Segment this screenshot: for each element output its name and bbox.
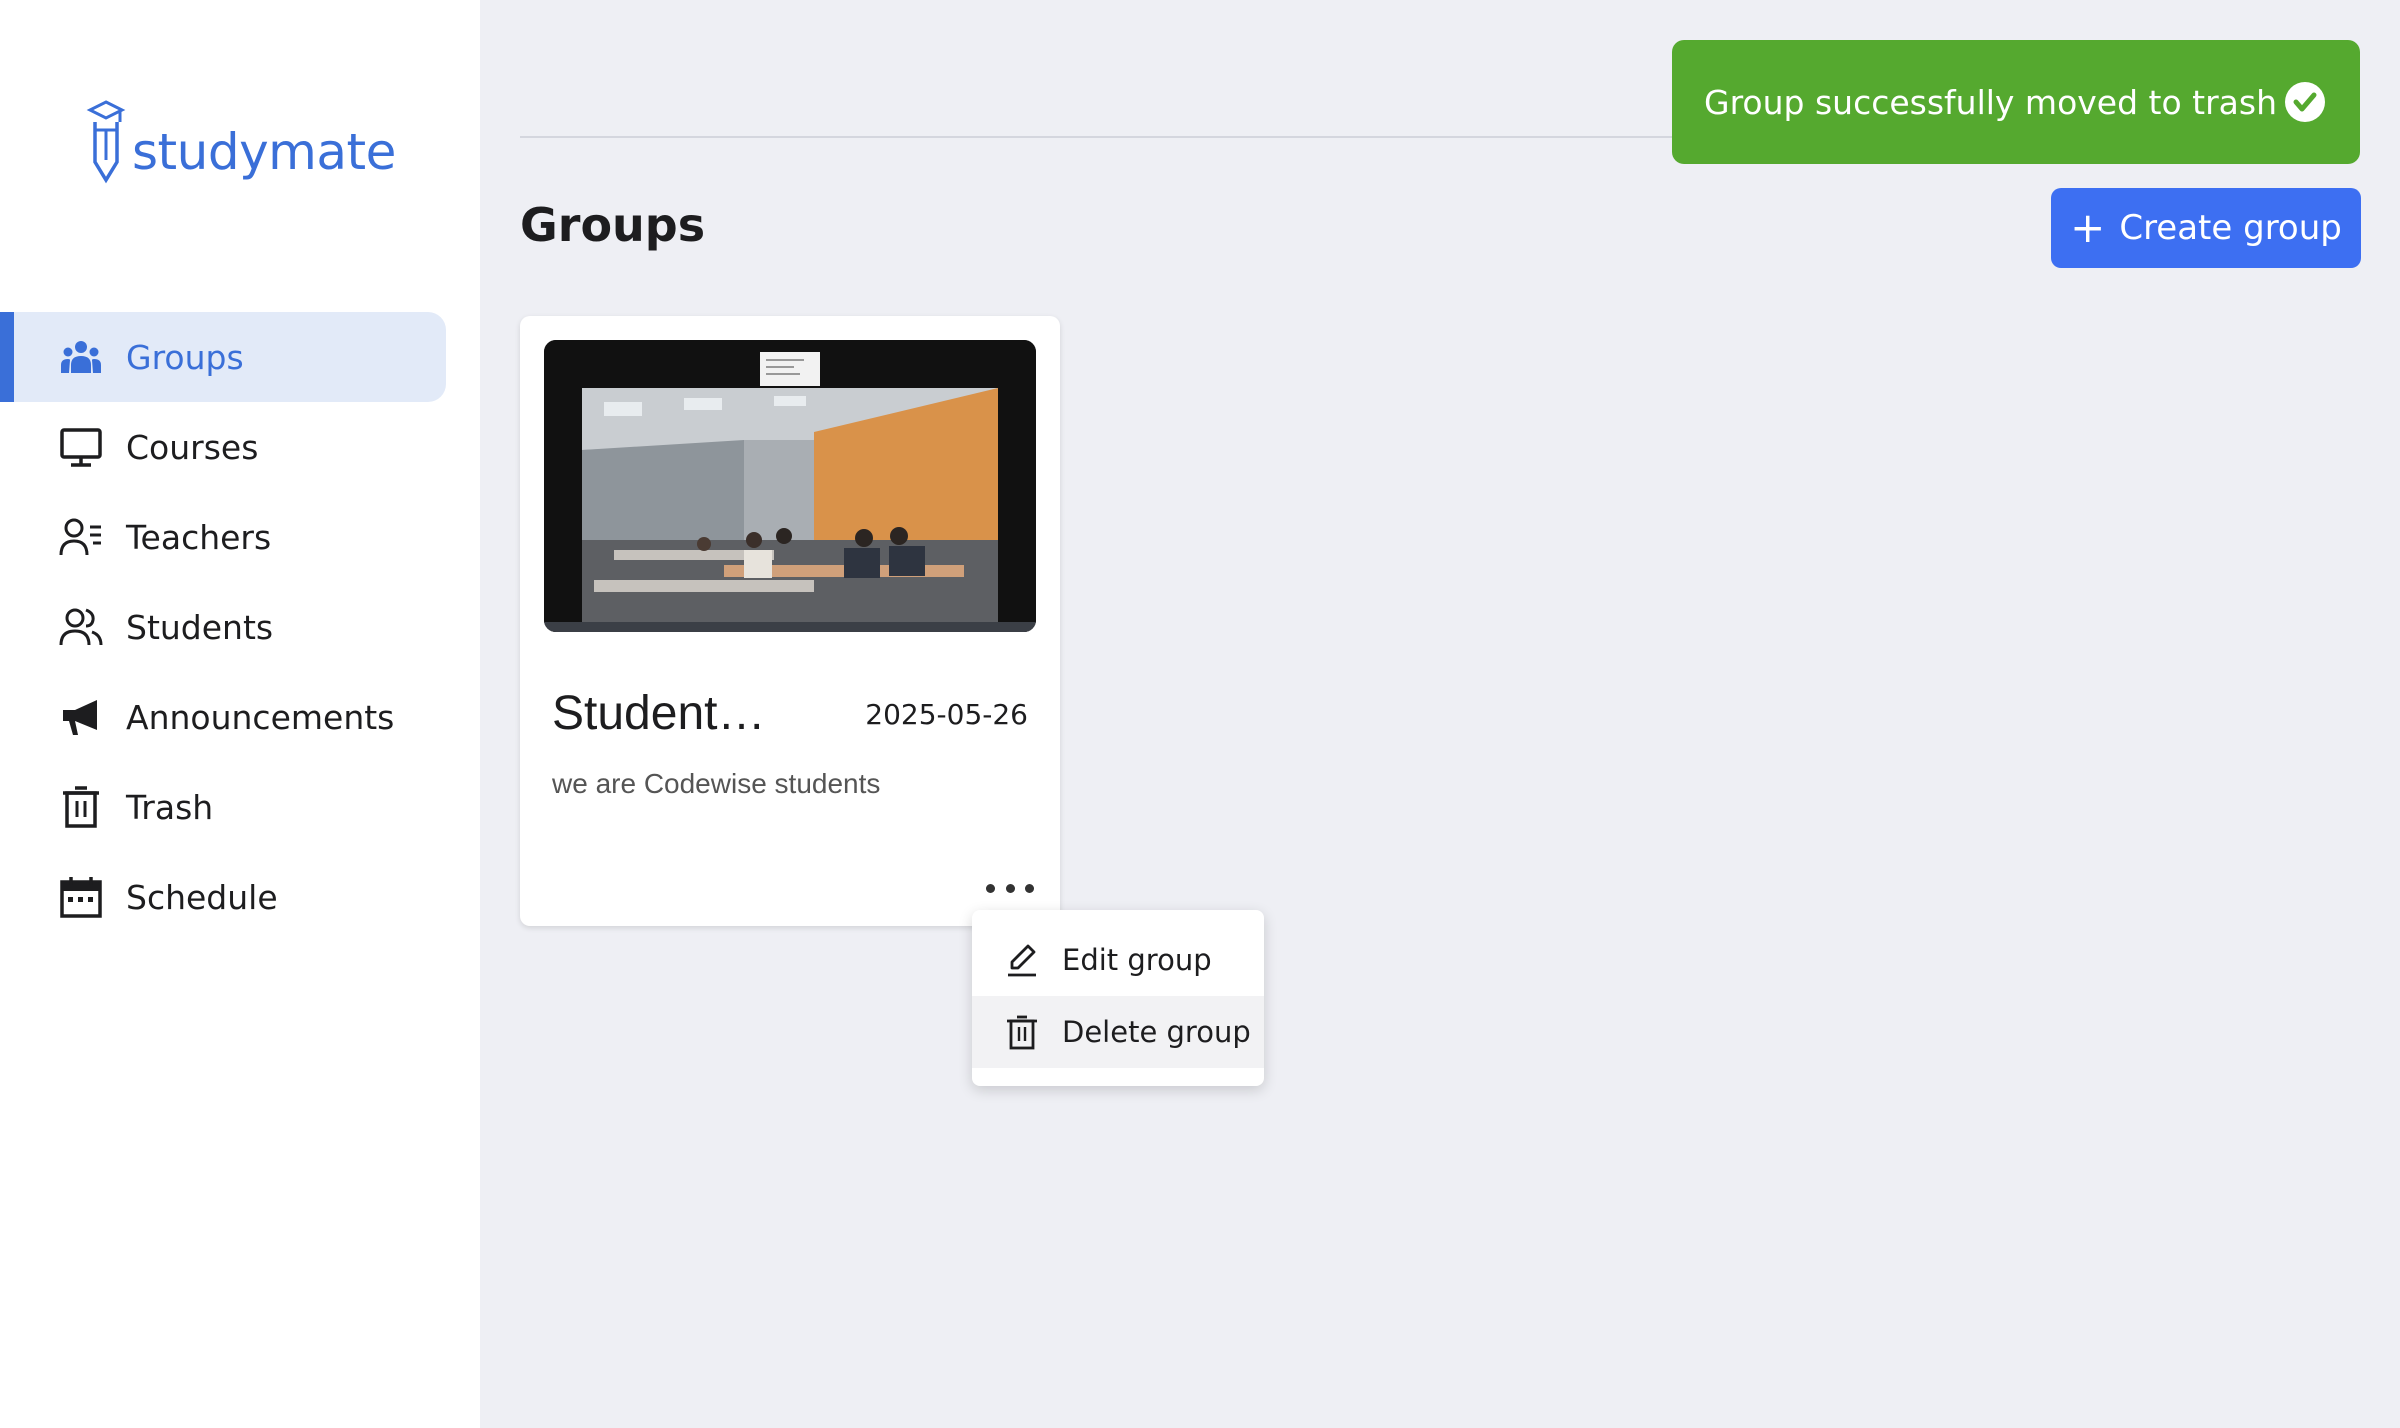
monitor-icon: [58, 424, 104, 470]
teacher-list-icon: [58, 514, 104, 560]
group-card-title: Student…: [552, 687, 766, 740]
delete-group-menu-item[interactable]: Delete group: [972, 996, 1264, 1068]
calendar-icon: [58, 874, 104, 920]
group-card-date: 2025-05-26: [865, 698, 1028, 731]
sidebar-item-trash[interactable]: Trash: [0, 762, 480, 852]
menu-item-label: Delete group: [1062, 1015, 1251, 1049]
sidebar-item-groups[interactable]: Groups: [0, 312, 446, 402]
edit-group-menu-item[interactable]: Edit group: [972, 924, 1264, 996]
sidebar-item-label: Announcements: [126, 697, 395, 737]
dot-icon: [1005, 883, 1015, 893]
studymate-logo[interactable]: studymate: [86, 100, 396, 184]
create-group-button[interactable]: + Create group: [2051, 188, 2361, 268]
sidebar-item-courses[interactable]: Courses: [0, 402, 480, 492]
dot-icon: [1025, 883, 1034, 893]
trash-icon: [1007, 1015, 1037, 1050]
create-group-label: Create group: [2119, 208, 2342, 248]
sidebar-item-teachers[interactable]: Teachers: [0, 492, 480, 582]
group-card-description: we are Codewise students: [552, 768, 881, 799]
check-circle-icon[interactable]: [2284, 81, 2326, 123]
graduation-pencil-icon: [86, 100, 126, 184]
sidebar-item-announcements[interactable]: Announcements: [0, 672, 480, 762]
students-icon: [58, 604, 104, 650]
megaphone-icon: [58, 694, 104, 740]
users-icon: [58, 334, 104, 380]
menu-item-label: Edit group: [1062, 943, 1212, 977]
sidebar-item-label: Students: [126, 607, 274, 647]
plus-icon: +: [2070, 203, 2106, 252]
group-card[interactable]: Student… 2025-05-26 we are Codewise stud…: [520, 316, 1060, 926]
trash-icon: [58, 784, 104, 830]
success-toast: Group successfully moved to trash: [1672, 40, 2360, 164]
logo-text: studymate: [132, 123, 396, 181]
sidebar-item-label: Trash: [126, 787, 214, 827]
dot-icon: [986, 883, 995, 893]
group-actions-menu: Edit group Delete group: [972, 910, 1264, 1086]
pencil-icon: [1008, 944, 1036, 977]
toast-message: Group successfully moved to trash: [1704, 82, 2277, 122]
page-title: Groups: [520, 198, 706, 252]
sidebar-item-label: Groups: [126, 337, 244, 377]
sidebar-item-label: Schedule: [126, 877, 278, 917]
sidebar-nav: Groups Courses Teachers Students Announc…: [0, 312, 480, 942]
sidebar: studymate Groups Courses Teachers Studen…: [0, 0, 480, 1428]
sidebar-item-label: Courses: [126, 427, 259, 467]
group-card-image: [544, 340, 1036, 632]
sidebar-item-students[interactable]: Students: [0, 582, 480, 672]
sidebar-item-label: Teachers: [126, 517, 272, 557]
sidebar-item-schedule[interactable]: Schedule: [0, 852, 480, 942]
classroom-photo: [544, 340, 1036, 632]
more-options-button[interactable]: [986, 874, 1034, 902]
